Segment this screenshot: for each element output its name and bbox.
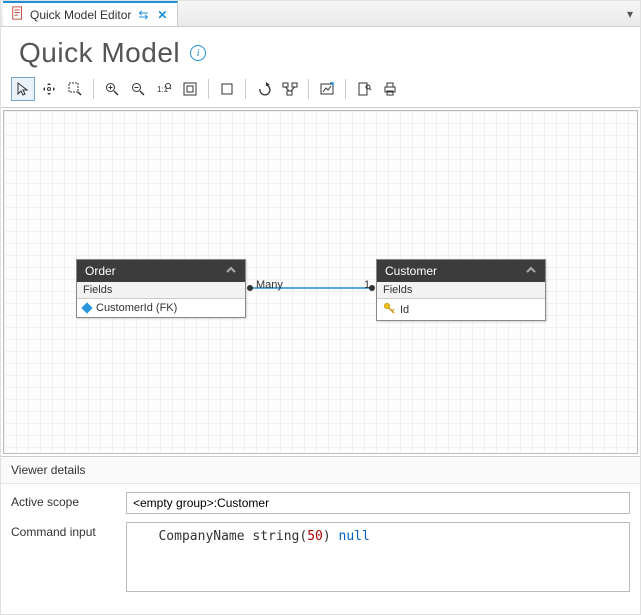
toolbar: 1:1 <box>1 75 640 107</box>
entity-order-fields-header: Fields <box>77 282 245 299</box>
file-icon <box>11 6 25 23</box>
relation-one-label: 1 <box>364 279 370 291</box>
zoom-out-button[interactable] <box>126 77 150 101</box>
fit-window-button[interactable] <box>178 77 202 101</box>
toolbar-separator <box>308 79 309 99</box>
select-tool-button[interactable] <box>11 77 35 101</box>
cmd-token-type: string <box>252 529 299 544</box>
entity-customer[interactable]: Customer Fields Id <box>376 259 546 321</box>
tabstrip-spacer <box>178 1 620 26</box>
command-input-row: Command input CompanyName string(50) nul… <box>11 522 630 592</box>
toolbar-separator <box>93 79 94 99</box>
entity-customer-header[interactable]: Customer <box>377 260 545 282</box>
field-label: Id <box>400 304 409 316</box>
diagram-canvas[interactable]: Order Fields CustomerId (FK) Customer <box>3 110 638 454</box>
cmd-token-null: null <box>339 529 370 544</box>
app-root: Quick Model Editor ⇆ ✕ ▾ Quick Model i 1… <box>0 0 641 615</box>
viewer-details-panel: Viewer details Active scope Command inpu… <box>1 456 640 614</box>
field-label: CustomerId (FK) <box>96 302 177 314</box>
tab-strip: Quick Model Editor ⇆ ✕ ▾ <box>1 1 640 27</box>
relation-line <box>246 283 376 293</box>
entity-order-header[interactable]: Order <box>77 260 245 282</box>
undo-button[interactable] <box>252 77 276 101</box>
entity-customer-title: Customer <box>385 264 437 278</box>
tab-quick-model-editor[interactable]: Quick Model Editor ⇆ ✕ <box>3 1 178 26</box>
print-button[interactable] <box>378 77 402 101</box>
full-page-button[interactable] <box>215 77 239 101</box>
entity-customer-field-id[interactable]: Id <box>377 299 545 320</box>
zoom-in-button[interactable] <box>100 77 124 101</box>
page-header: Quick Model i <box>1 27 640 75</box>
tab-title: Quick Model Editor <box>30 8 131 22</box>
entity-order[interactable]: Order Fields CustomerId (FK) <box>76 259 246 318</box>
relation-many-label: Many <box>256 279 283 291</box>
collapse-icon[interactable] <box>525 265 537 278</box>
auto-layout-button[interactable] <box>278 77 302 101</box>
zoom-100-button[interactable]: 1:1 <box>152 77 176 101</box>
cmd-token-len: 50 <box>307 529 323 544</box>
toolbar-separator <box>245 79 246 99</box>
cmd-token-close: ) <box>323 529 331 544</box>
tab-dropdown-icon[interactable]: ▾ <box>620 1 640 26</box>
viewer-details-header: Viewer details <box>1 457 640 484</box>
info-icon[interactable]: i <box>190 45 206 61</box>
entity-customer-fields-header: Fields <box>377 282 545 299</box>
pk-key-icon <box>383 302 395 317</box>
active-scope-label: Active scope <box>11 492 116 509</box>
entity-order-field-customerid[interactable]: CustomerId (FK) <box>77 299 245 317</box>
command-input[interactable]: CompanyName string(50) null <box>126 522 630 592</box>
collapse-icon[interactable] <box>225 265 237 278</box>
diagram-canvas-wrap: Order Fields CustomerId (FK) Customer <box>1 107 640 456</box>
export-image-button[interactable] <box>315 77 339 101</box>
cmd-token-name: CompanyName <box>158 529 244 544</box>
active-scope-row: Active scope <box>11 492 630 514</box>
svg-text:1:1: 1:1 <box>157 85 169 94</box>
pan-tool-button[interactable] <box>37 77 61 101</box>
entity-order-title: Order <box>85 264 116 278</box>
viewer-details-body: Active scope Command input CompanyName s… <box>1 484 640 614</box>
page-title: Quick Model <box>19 37 180 69</box>
toolbar-separator <box>345 79 346 99</box>
export-button[interactable] <box>352 77 376 101</box>
active-scope-input[interactable] <box>126 492 630 514</box>
toolbar-separator <box>208 79 209 99</box>
marquee-zoom-button[interactable] <box>63 77 87 101</box>
command-input-label: Command input <box>11 522 116 539</box>
close-icon[interactable]: ✕ <box>155 8 169 22</box>
pin-icon[interactable]: ⇆ <box>136 8 150 22</box>
fk-icon <box>81 302 92 313</box>
